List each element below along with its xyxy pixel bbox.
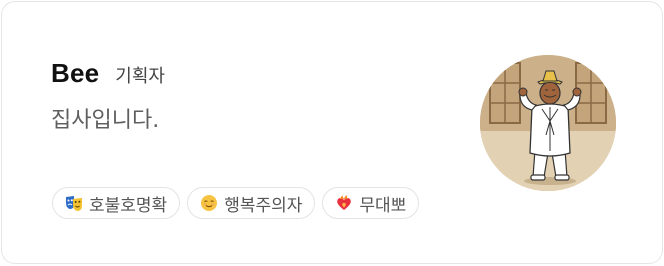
tag-chip[interactable]: 무대뽀 bbox=[322, 187, 420, 219]
tag-chip[interactable]: 호불호명확 bbox=[52, 187, 181, 219]
profile-header: Bee 기획자 bbox=[51, 58, 165, 89]
tag-label: 행복주의자 bbox=[224, 195, 303, 216]
profile-card: Bee 기획자 집사입니다. 호불호명확 행복주의자 무대뽀 bbox=[1, 1, 663, 264]
avatar bbox=[480, 55, 616, 191]
tag-chip[interactable]: 행복주의자 bbox=[187, 187, 316, 219]
tag-label: 호불호명확 bbox=[89, 195, 168, 216]
performing-arts-masks-icon bbox=[65, 194, 83, 212]
profile-name: Bee bbox=[51, 58, 100, 88]
heart-on-fire-icon bbox=[335, 194, 353, 212]
profile-bio: 집사입니다. bbox=[51, 108, 160, 133]
profile-role: 기획자 bbox=[115, 66, 165, 87]
tag-list: 호불호명확 행복주의자 무대뽀 bbox=[52, 187, 420, 219]
relieved-face-icon bbox=[200, 194, 218, 212]
tag-label: 무대뽀 bbox=[359, 195, 407, 216]
profile-illustration bbox=[480, 55, 616, 191]
